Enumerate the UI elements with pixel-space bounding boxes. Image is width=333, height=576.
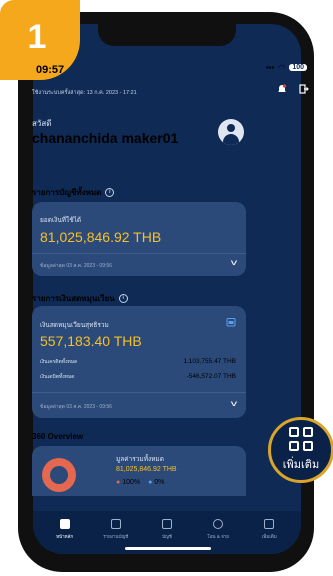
calendar-icon[interactable] xyxy=(226,317,236,327)
outflow-value: -546,572.07 THB xyxy=(186,373,236,380)
legend-a: ● 100% xyxy=(116,479,141,486)
battery-icon: 100 xyxy=(289,64,307,71)
grid-cell xyxy=(303,441,313,451)
legend-b: ● 0% xyxy=(148,479,165,486)
overview-title: 360 Overview xyxy=(32,432,84,441)
header-actions xyxy=(277,84,309,94)
user-name: chananchida maker01 xyxy=(32,130,179,146)
legend-a-value: 100% xyxy=(122,479,141,486)
chevron-down-icon[interactable]: v xyxy=(231,258,237,267)
balance-amount: 81,025,846.92 THB xyxy=(40,229,162,245)
overview-legend: ● 100% ● 0% xyxy=(116,479,164,486)
report-icon xyxy=(110,519,121,529)
accounts-footer: ข้อมูลล่าสุด 03 ส.ค. 2023 - 09:56 xyxy=(40,263,112,269)
net-cash-amount: 557,183.40 THB xyxy=(40,333,142,349)
nav-label: บัญชี xyxy=(162,534,172,539)
logout-icon[interactable] xyxy=(299,84,309,94)
grid-cell xyxy=(289,427,299,437)
notification-bell-icon[interactable] xyxy=(277,84,287,94)
accounts-title-text: รายการบัญชีทั้งหมด xyxy=(32,188,102,197)
outflow-row: เงินเดบิตทั้งหมด -546,572.07 THB xyxy=(40,373,236,381)
liquidity-card[interactable]: เงินสดหมุนเวียนสุทธิรวม 557,183.40 THB เ… xyxy=(32,306,246,418)
legend-b-value: 0% xyxy=(154,479,165,486)
status-time: 09:57 xyxy=(36,64,65,76)
info-icon[interactable]: i xyxy=(118,294,128,303)
grid-icon xyxy=(289,427,313,451)
bottom-nav: หน้าหลัก รายงานบัญชี บัญชี โอน & จ่าย เพ… xyxy=(33,511,301,554)
status-icons: ▪▪▪ ◠ 100 xyxy=(266,63,307,72)
liquidity-title-text: รายการเงินสดหมุนเวียน xyxy=(32,294,115,303)
nav-item-transfer[interactable]: โอน & จ่าย xyxy=(199,511,237,554)
greeting-label: สวัสดี xyxy=(32,119,52,128)
overview-label: มูลค่ารวมทั้งหมด xyxy=(116,456,164,463)
accounts-card[interactable]: ยอดเงินที่ใช้ได้ 81,025,846.92 THB ข้อมู… xyxy=(32,202,246,276)
grid-icon xyxy=(264,519,275,529)
nav-label: หน้าหลัก xyxy=(56,534,74,539)
info-icon[interactable]: i xyxy=(105,188,115,197)
overview-amount: 81,025,846.92 THB xyxy=(116,466,177,473)
avatar[interactable] xyxy=(218,119,244,145)
nav-item-more[interactable]: เพิ่มเติม xyxy=(250,511,288,554)
grid-cell xyxy=(303,427,313,437)
donut-chart xyxy=(42,458,76,492)
card-divider xyxy=(32,392,246,393)
step-number: 1 xyxy=(27,17,47,56)
card-divider xyxy=(32,253,246,254)
nav-item-accounts[interactable]: บัญชี xyxy=(148,511,186,554)
home-icon xyxy=(59,519,70,529)
nav-label: โอน & จ่าย xyxy=(207,534,229,539)
last-login-text: ใช้งานระบบครั้งล่าสุด: 13 ก.ค. 2023 - 17… xyxy=(32,90,137,96)
overview-card[interactable]: มูลค่ารวมทั้งหมด 81,025,846.92 THB ● 100… xyxy=(32,446,246,496)
net-cash-label: เงินสดหมุนเวียนสุทธิรวม xyxy=(40,322,109,329)
avatar-body xyxy=(223,134,239,145)
more-callout[interactable]: เพิ่มเติม xyxy=(268,417,333,483)
signal-icon: ▪▪▪ xyxy=(265,63,275,72)
avatar-head xyxy=(227,124,235,132)
chevron-down-icon[interactable]: v xyxy=(231,399,237,408)
inflow-label: เงินเครดิตทั้งหมด xyxy=(40,359,78,365)
wifi-icon: ◠ xyxy=(278,63,286,72)
grid-cell xyxy=(289,441,299,451)
outflow-label: เงินเดบิตทั้งหมด xyxy=(40,374,75,380)
nav-label: รายงานบัญชี xyxy=(103,534,129,539)
more-callout-label: เพิ่มเติม xyxy=(282,459,320,471)
inflow-row: เงินเครดิตทั้งหมด 1,103,755.47 THB xyxy=(40,358,236,366)
inflow-value: 1,103,755.47 THB xyxy=(183,358,236,365)
nav-label: เพิ่มเติม xyxy=(261,534,277,539)
balance-label: ยอดเงินที่ใช้ได้ xyxy=(40,217,82,224)
liquidity-section-title: รายการเงินสดหมุนเวียน i xyxy=(32,292,128,305)
transfer-icon xyxy=(213,519,224,529)
nav-item-home[interactable]: หน้าหลัก xyxy=(46,511,84,554)
accounts-section-title: รายการบัญชีทั้งหมด i xyxy=(32,186,115,199)
nav-item-reports[interactable]: รายงานบัญชี xyxy=(97,511,135,554)
liquidity-footer: ข้อมูลล่าสุด 03 ส.ค. 2023 - 09:56 xyxy=(40,404,112,410)
phone-notch xyxy=(98,24,236,46)
wallet-icon xyxy=(161,519,172,529)
